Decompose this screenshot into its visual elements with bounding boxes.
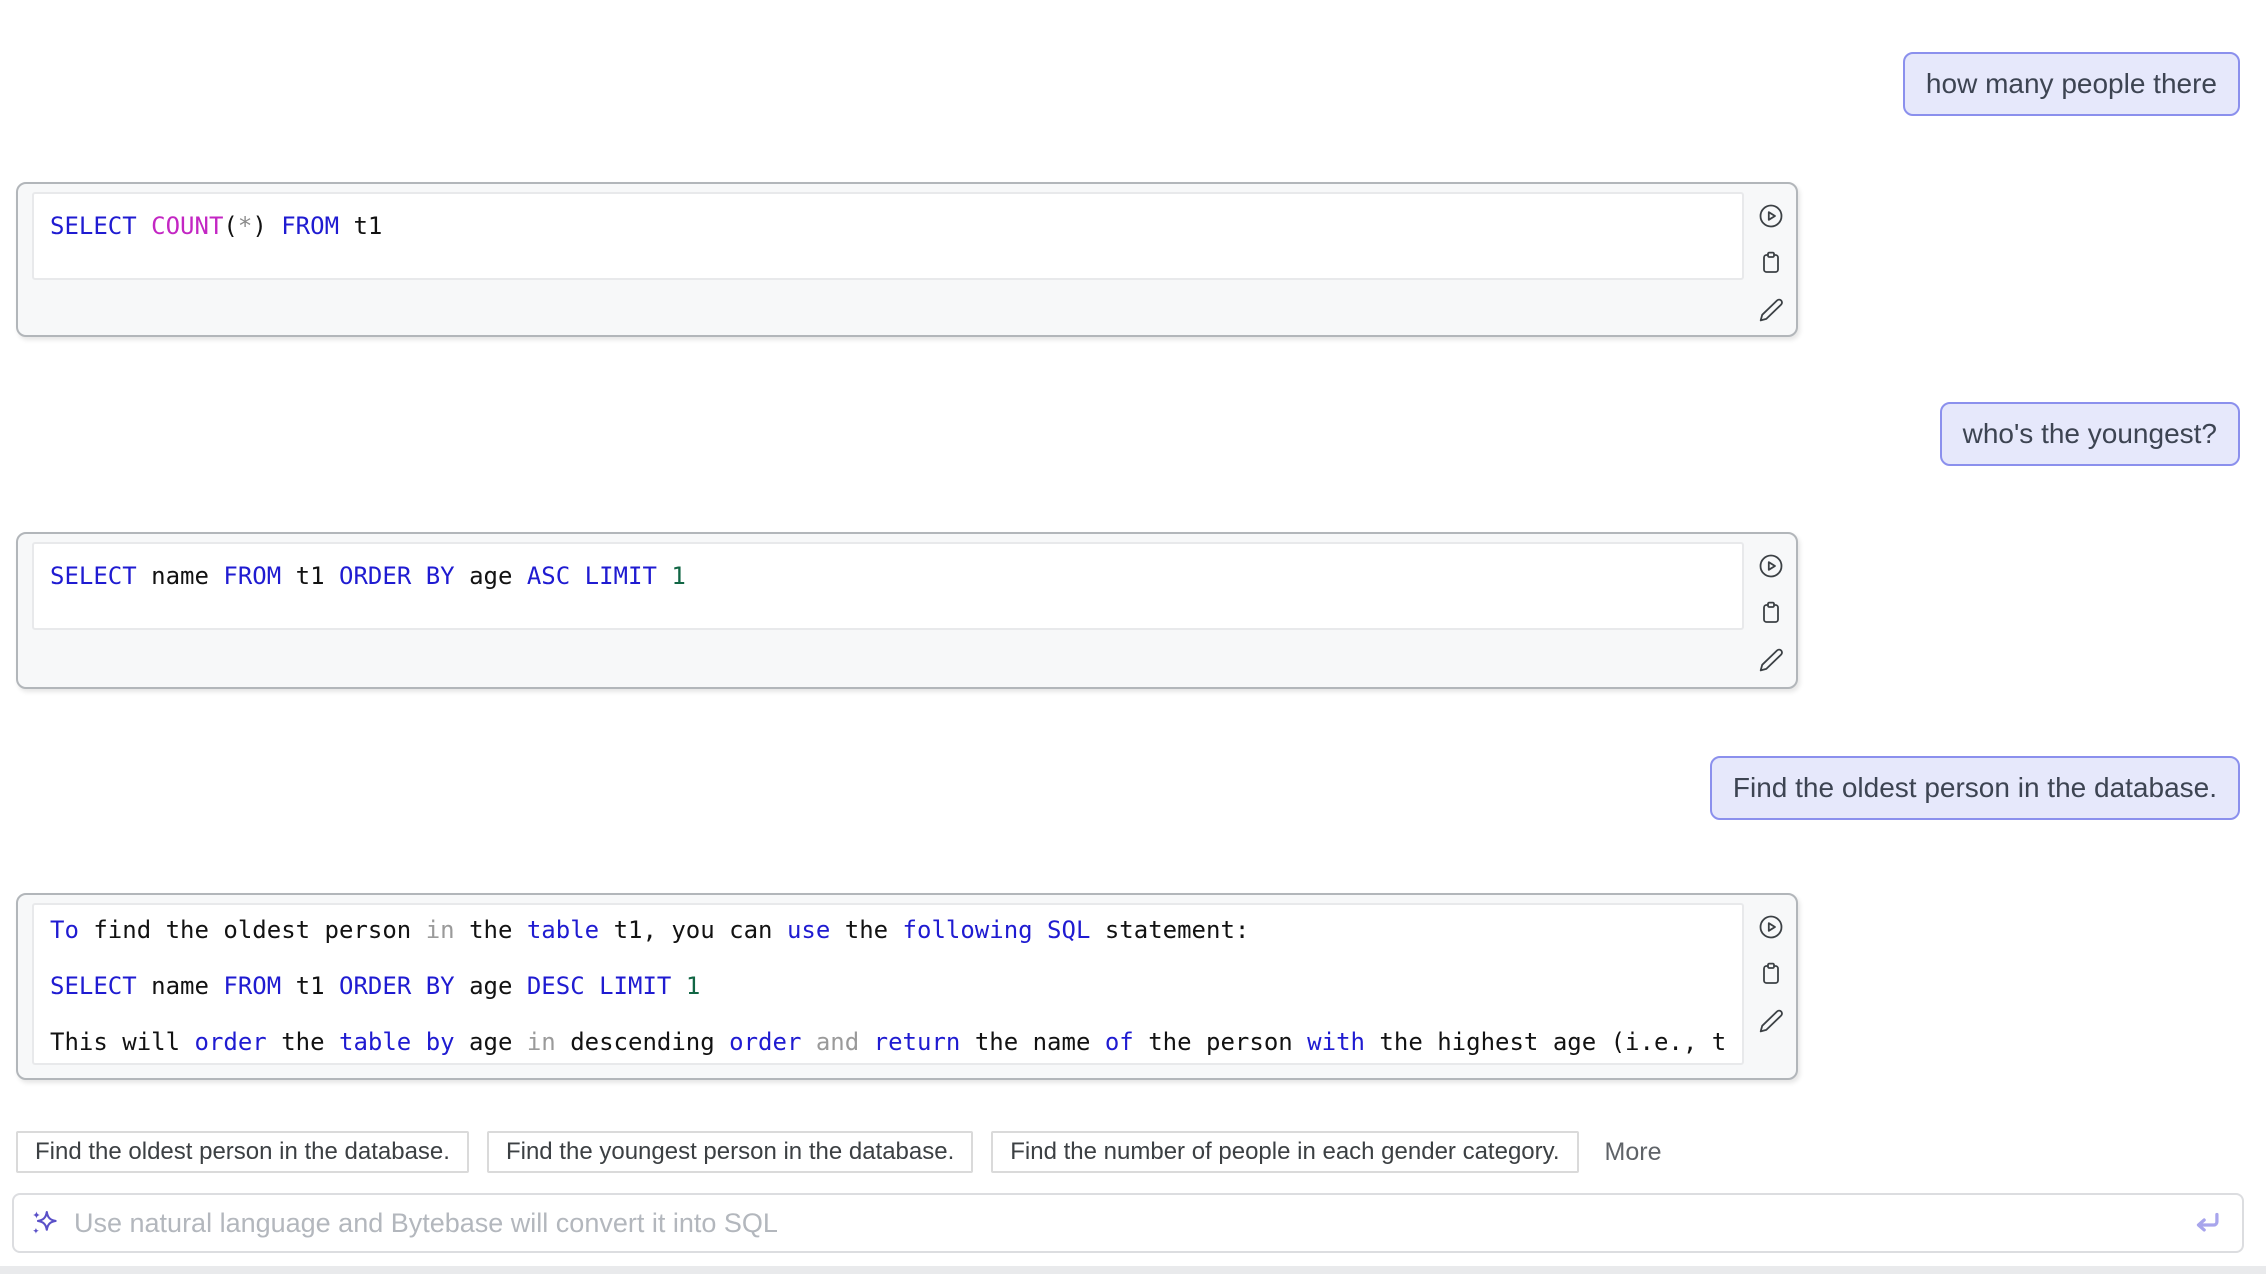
bottom-divider (0, 1266, 2266, 1274)
nl-input-bar (12, 1193, 2244, 1253)
copy-statement-button[interactable] (1757, 599, 1785, 627)
sql-response-card: SELECT COUNT(*) FROM t1 (16, 182, 1798, 337)
pencil-icon (1757, 1007, 1785, 1035)
sql-response-card: To find the oldest person in the table t… (16, 893, 1798, 1080)
code-line: SELECT name FROM t1 ORDER BY age DESC LI… (50, 969, 1726, 1003)
clipboard-icon (1757, 249, 1785, 277)
pencil-icon (1757, 296, 1785, 324)
user-message-bubble: who's the youngest? (1940, 402, 2240, 466)
submit-query-button[interactable] (2190, 1205, 2226, 1241)
card-actions (1757, 202, 1785, 324)
play-circle-icon (1757, 202, 1785, 230)
user-message-bubble: Find the oldest person in the database. (1710, 756, 2240, 820)
suggestion-chip[interactable]: Find the oldest person in the database. (16, 1131, 469, 1173)
edit-statement-button[interactable] (1757, 296, 1785, 324)
code-line: To find the oldest person in the table t… (50, 913, 1726, 947)
run-query-button[interactable] (1757, 913, 1785, 941)
sql-response-card: SELECT name FROM t1 ORDER BY age ASC LIM… (16, 532, 1798, 689)
sparkle-ai-icon (30, 1208, 61, 1239)
copy-statement-button[interactable] (1757, 960, 1785, 988)
run-query-button[interactable] (1757, 552, 1785, 580)
return-arrow-icon (2190, 1206, 2224, 1240)
suggestion-chip[interactable]: Find the youngest person in the database… (487, 1131, 973, 1173)
ai-sql-chat-panel: how many people there SELECT COUNT(*) FR… (0, 0, 2266, 1274)
copy-statement-button[interactable] (1757, 249, 1785, 277)
run-query-button[interactable] (1757, 202, 1785, 230)
play-circle-icon (1757, 913, 1785, 941)
sql-code-block: SELECT COUNT(*) FROM t1 (32, 192, 1744, 280)
card-actions (1757, 913, 1785, 1035)
clipboard-icon (1757, 599, 1785, 627)
code-line: SELECT COUNT(*) FROM t1 (50, 209, 1726, 243)
code-line: SELECT name FROM t1 ORDER BY age ASC LIM… (50, 559, 1726, 593)
card-actions (1757, 552, 1785, 674)
user-message-bubble: how many people there (1903, 52, 2240, 116)
pencil-icon (1757, 646, 1785, 674)
sql-code-block: To find the oldest person in the table t… (32, 903, 1744, 1065)
nl-query-input[interactable] (74, 1195, 2177, 1251)
suggestion-chip[interactable]: Find the number of people in each gender… (991, 1131, 1578, 1173)
edit-statement-button[interactable] (1757, 646, 1785, 674)
code-line: This will order the table by age in desc… (50, 1025, 1726, 1059)
sql-code-block: SELECT name FROM t1 ORDER BY age ASC LIM… (32, 542, 1744, 630)
more-suggestions-button[interactable]: More (1605, 1138, 1662, 1167)
edit-statement-button[interactable] (1757, 1007, 1785, 1035)
play-circle-icon (1757, 552, 1785, 580)
suggestion-chips-row: Find the oldest person in the database. … (16, 1131, 1661, 1173)
clipboard-icon (1757, 960, 1785, 988)
